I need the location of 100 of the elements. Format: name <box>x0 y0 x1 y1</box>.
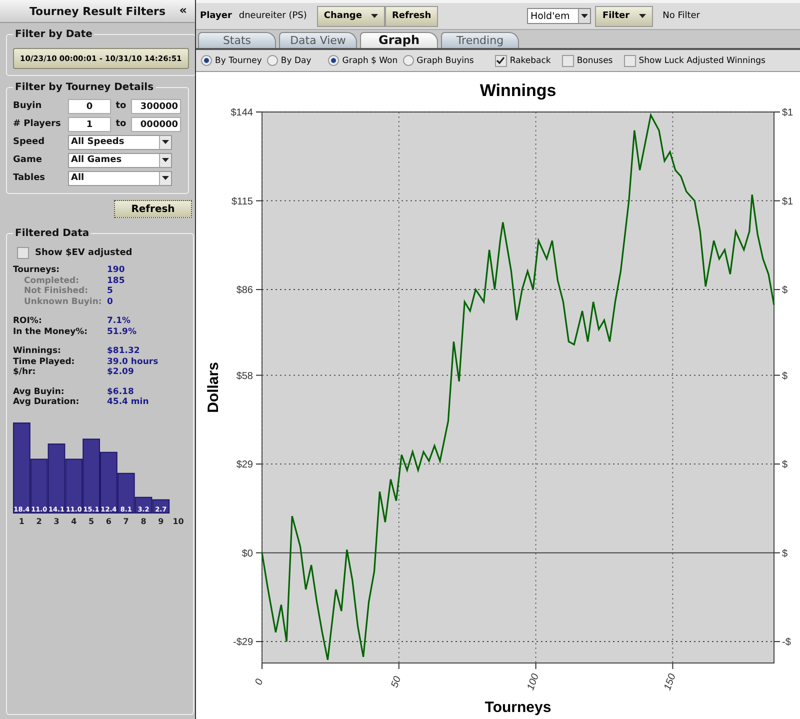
radio-label: Graph Buyins <box>416 56 474 66</box>
game-dropdown[interactable]: Hold'em <box>527 8 592 24</box>
tick-label: $1 <box>782 108 794 118</box>
tick-label: $0 <box>242 548 253 560</box>
axis-title: Dollars <box>205 362 222 413</box>
tick-label: $ <box>782 548 788 560</box>
checkbox-label: Show $EV adjusted <box>35 248 132 258</box>
radio-label: By Day <box>280 56 312 66</box>
stat-label: Avg Buyin: <box>13 386 66 397</box>
stat-label: Tourneys: <box>13 265 61 276</box>
stat-value: $6.18 <box>107 386 134 397</box>
tick-label: $ <box>782 460 788 471</box>
axis-tick <box>774 200 780 202</box>
checkbox[interactable] <box>494 54 507 66</box>
field-label: Game <box>13 155 43 165</box>
histogram-bar <box>65 458 83 513</box>
tick-label: 0 <box>254 678 266 687</box>
axis-title: Tourneys <box>484 699 552 716</box>
category-label: 7 <box>123 516 129 526</box>
checkbox[interactable] <box>17 247 29 259</box>
stat-value: 51.9% <box>107 326 136 337</box>
stat-value: 190 <box>107 265 125 276</box>
stat-label: ROI%: <box>13 316 43 326</box>
category-label: 4 <box>71 516 77 526</box>
toolbar-button[interactable]: Refresh <box>384 6 438 26</box>
checkbox[interactable] <box>624 54 636 66</box>
category-label: 10 <box>172 516 184 526</box>
stat-label: In the Money%: <box>13 326 89 337</box>
tick-label: $115 <box>231 196 253 208</box>
dropdown[interactable]: All <box>68 170 172 186</box>
stat-value: $81.32 <box>107 346 140 356</box>
tick-label: $29 <box>236 460 253 471</box>
radio-label: By Tourney <box>215 56 262 66</box>
category-label: 5 <box>88 516 94 526</box>
tick-label: $1 <box>782 196 794 208</box>
histogram-bar <box>48 443 66 513</box>
axis-tick <box>535 662 536 670</box>
radio-button[interactable] <box>266 55 278 66</box>
tab[interactable]: Trending <box>441 32 519 48</box>
stat-value: $2.09 <box>107 367 134 378</box>
dropdown-button[interactable]: Filter <box>595 6 653 26</box>
stat-value: 7.1% <box>107 316 131 326</box>
checkbox-label: Bonuses <box>576 56 613 66</box>
input-field[interactable]: 1 <box>68 116 111 132</box>
field-label: to <box>114 119 128 129</box>
stat-label: Unknown Buyin: <box>23 296 103 307</box>
stat-value: 185 <box>107 276 125 286</box>
collapse-button[interactable]: « <box>179 3 187 17</box>
radio-button[interactable] <box>328 55 340 66</box>
caret-icon <box>162 176 169 180</box>
category-label: 1 <box>18 516 24 526</box>
field-label: Tables <box>13 173 46 183</box>
field-label: Speed <box>13 137 46 147</box>
radio-button[interactable] <box>402 55 414 66</box>
stat-label: $/hr: <box>13 367 37 378</box>
player-label: Player <box>200 11 232 21</box>
histogram-bar <box>152 498 170 513</box>
axis-tick <box>672 662 674 670</box>
tick-label: -$ <box>782 637 791 648</box>
category-label: 9 <box>158 516 164 526</box>
stat-label: Time Played: <box>13 356 76 367</box>
radio-button[interactable] <box>201 55 212 66</box>
tick-label: 50 <box>389 675 404 690</box>
tick-label: $144 <box>230 108 253 118</box>
stat-label: Avg Duration: <box>13 397 80 408</box>
caret-icon <box>162 140 169 144</box>
tab[interactable]: Data View <box>279 32 357 48</box>
tab[interactable]: Graph <box>360 32 438 48</box>
stat-label: Not Finished: <box>23 286 90 296</box>
category-label: 6 <box>106 516 112 526</box>
tick-label: 150 <box>662 672 678 692</box>
caret-icon <box>581 14 588 18</box>
field-label: to <box>114 101 128 111</box>
tick-label: -$29 <box>232 637 253 648</box>
axis-tick <box>774 374 780 376</box>
caret-icon <box>162 158 169 162</box>
tab[interactable]: Stats <box>198 32 276 48</box>
chart-title: Winnings <box>480 81 556 100</box>
refresh-button[interactable]: Refresh <box>114 200 192 218</box>
axis-tick <box>398 662 400 670</box>
dropdown-button[interactable]: Change <box>316 6 385 26</box>
stat-label: Winnings: <box>13 346 62 356</box>
field-label: Buyin <box>13 101 43 111</box>
axis-tick <box>774 289 780 290</box>
checkbox[interactable] <box>562 54 574 66</box>
panel-title: Tourney Result Filters <box>29 4 166 18</box>
tick-label: 100 <box>525 672 542 692</box>
dropdown[interactable]: All Games <box>68 152 172 168</box>
dropdown[interactable]: All Speeds <box>68 134 172 150</box>
field-label: # Players <box>13 119 62 129</box>
group-title: Filter by Date <box>14 29 94 40</box>
tick-label: $ <box>782 285 788 296</box>
stat-value: 0 <box>107 296 113 307</box>
checkbox-label: Show Luck Adjusted Winnings <box>638 56 766 66</box>
input-field[interactable]: 300000 <box>131 98 181 114</box>
input-field[interactable]: 0 <box>68 98 111 114</box>
stat-value: 45.4 min <box>107 397 149 408</box>
input-field[interactable]: 000000 <box>131 116 181 132</box>
tick-label: $58 <box>236 370 253 382</box>
group-title: Filter by Tourney Details <box>14 82 155 93</box>
